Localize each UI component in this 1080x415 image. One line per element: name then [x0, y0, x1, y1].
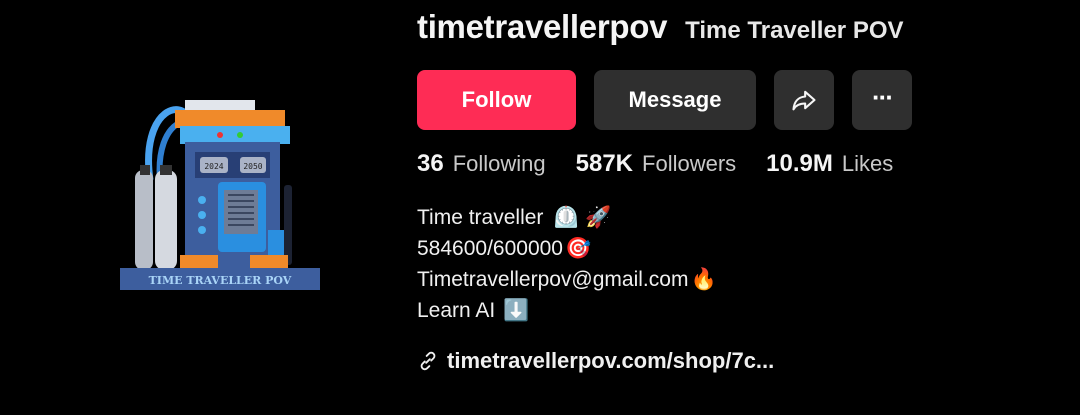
- action-buttons: Follow Message ···: [417, 70, 1067, 130]
- timer-rocket-emoji-icon: ⏲️ 🚀: [553, 206, 612, 229]
- more-options-button[interactable]: ···: [852, 70, 912, 130]
- more-dots-icon: ···: [872, 81, 894, 112]
- followers-label: Followers: [642, 151, 737, 176]
- profile-info: timetravellerpov Time Traveller POV Foll…: [417, 8, 1067, 374]
- likes-stat: 10.9M Likes: [766, 150, 893, 178]
- profile-link-text[interactable]: timetravellerpov.com/shop/7c...: [447, 348, 774, 374]
- bio: Time traveller ⏲️ 🚀 584600/600000 🎯 Time…: [417, 202, 1067, 326]
- avatar-screen-right: 2050: [243, 162, 262, 171]
- avatar-base-text: TIME TRAVELLER POV: [149, 274, 292, 287]
- bio-line-2: 584600/600000 🎯: [417, 233, 1067, 264]
- bio-text-4: Learn AI: [417, 299, 496, 322]
- username: timetravellerpov: [417, 8, 668, 45]
- following-count: 36: [417, 150, 444, 177]
- target-emoji-icon: 🎯: [565, 237, 592, 260]
- bio-text-3: Timetravellerpov@gmail.com: [417, 268, 689, 291]
- avatar[interactable]: 2024 2050 TIME TRAVELLER POV: [100, 70, 340, 310]
- avatar-screen-left: 2024: [204, 162, 223, 171]
- likes-label: Likes: [841, 151, 894, 176]
- display-name: Time Traveller POV: [685, 17, 904, 44]
- follow-button[interactable]: Follow: [417, 70, 576, 130]
- profile-page: 2024 2050 TIME TRAVELLER POV timetravell…: [0, 0, 1080, 415]
- down-arrow-emoji-icon: ⬇️: [503, 299, 530, 322]
- profile-stats: 36 Following 587K Followers 10.9M Likes: [417, 150, 1067, 178]
- following-label: Following: [452, 151, 546, 176]
- bio-line-1: Time traveller ⏲️ 🚀: [417, 202, 1067, 233]
- share-button[interactable]: [774, 70, 834, 130]
- followers-stat[interactable]: 587K Followers: [576, 150, 737, 178]
- following-stat[interactable]: 36 Following: [417, 150, 546, 178]
- followers-count: 587K: [575, 150, 634, 177]
- fire-emoji-icon: 🔥: [690, 268, 717, 291]
- bio-text-1: Time traveller: [417, 206, 544, 229]
- bio-line-3: Timetravellerpov@gmail.com 🔥: [417, 264, 1067, 295]
- share-arrow-icon: [792, 90, 816, 111]
- message-button[interactable]: Message: [594, 70, 756, 130]
- title-row: timetravellerpov Time Traveller POV: [417, 8, 1067, 54]
- likes-count: 10.9M: [766, 150, 833, 177]
- link-icon: [420, 351, 436, 371]
- time-machine-avatar-image: 2024 2050 TIME TRAVELLER POV: [120, 100, 320, 290]
- bio-line-4: Learn AI ⬇️: [417, 295, 1067, 326]
- profile-link[interactable]: timetravellerpov.com/shop/7c...: [417, 348, 1067, 374]
- bio-text-2: 584600/600000: [417, 237, 563, 260]
